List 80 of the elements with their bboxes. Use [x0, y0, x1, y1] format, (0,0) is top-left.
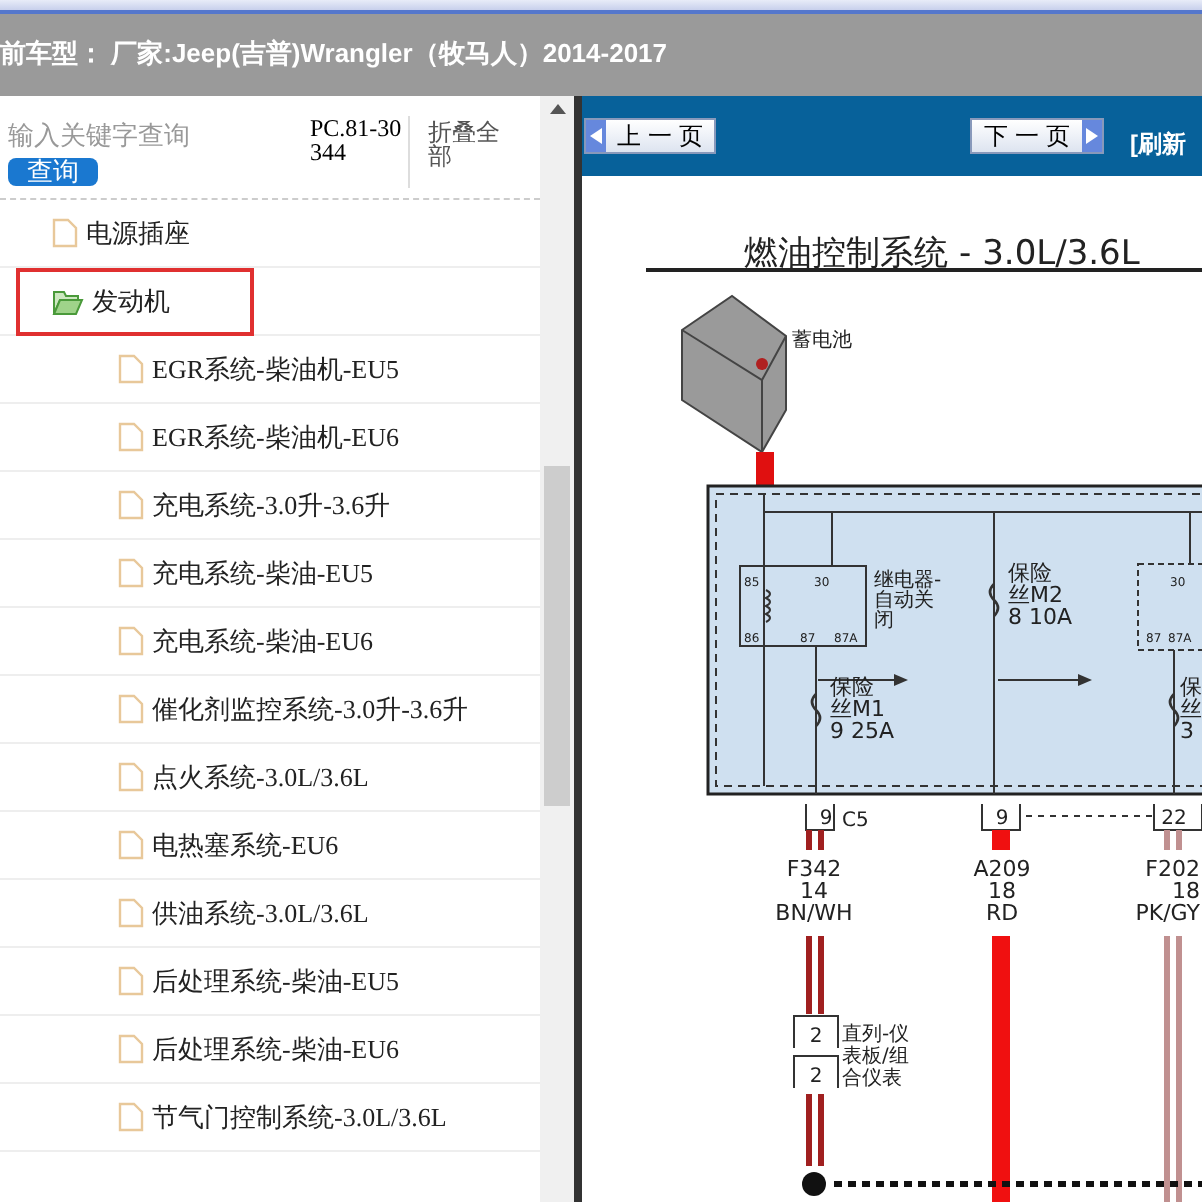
refresh-link[interactable]: [刷新: [1130, 125, 1186, 161]
diagram-label: 合仪表: [842, 1068, 902, 1090]
diagram-label: 9 25A: [830, 718, 895, 744]
document-icon: [118, 830, 144, 860]
diagram-label: 直列-仪: [842, 1024, 910, 1046]
document-icon: [118, 1102, 144, 1132]
document-icon: [118, 558, 144, 588]
junction-dot: [802, 1172, 826, 1196]
document-icon: [52, 218, 78, 248]
battery-icon: [681, 294, 787, 454]
document-icon: [118, 694, 144, 724]
connector-bracket: [793, 1055, 839, 1089]
arrow-icon: [997, 674, 1092, 686]
tree-item[interactable]: EGR系统-柴油机-EU5: [118, 335, 399, 403]
diagram-label: 3: [1180, 718, 1194, 744]
document-icon: [118, 898, 144, 928]
code-text: PC.81-30344: [310, 116, 410, 188]
tree-item[interactable]: 后处理系统-柴油-EU6: [118, 1015, 399, 1083]
diagram-label: 丝M1: [830, 696, 885, 722]
diagram-label: BN/WH: [775, 900, 853, 926]
tree-item[interactable]: 点火系统-3.0L/3.6L: [118, 743, 369, 811]
search-button[interactable]: 查询: [8, 157, 98, 185]
tree-item[interactable]: 发动机: [16, 267, 254, 335]
document-icon: [118, 422, 144, 452]
diagram-label: 22: [1161, 808, 1187, 830]
diagram-label: 丝: [1180, 696, 1202, 722]
tree-item[interactable]: 催化剂监控系统-3.0升-3.6升: [118, 675, 469, 743]
search-field[interactable]: 输入关键字查询: [8, 116, 304, 155]
tree-item[interactable]: EGR系统-柴油机-EU6: [118, 403, 399, 471]
tree-item[interactable]: 充电系统-3.0升-3.6升: [118, 471, 391, 539]
document-icon: [118, 626, 144, 656]
tree-item[interactable]: 供油系统-3.0L/3.6L: [118, 879, 369, 947]
coil-icon: [765, 589, 771, 623]
collapse-all-link[interactable]: 折叠全部: [428, 116, 512, 172]
tree-item[interactable]: 充电系统-柴油-EU6: [118, 607, 373, 675]
scrollbar[interactable]: [540, 96, 574, 1202]
diagram-label: 18: [988, 878, 1016, 904]
document-icon: [118, 762, 144, 792]
diagram-label: 蓄电池: [792, 330, 852, 352]
diagram-label: 保险: [1008, 560, 1052, 586]
document-icon: [118, 354, 144, 384]
connector-bracket: [805, 803, 835, 831]
tree-item[interactable]: 电热塞系统-EU6: [118, 811, 339, 879]
diagram-label: 9: [995, 808, 1009, 830]
battery-cable: [756, 452, 774, 486]
diagram-label: 14: [800, 878, 828, 904]
connector-bracket: [981, 803, 1021, 831]
diagram-label: 9: [819, 808, 833, 830]
fuse-icon: [988, 583, 1000, 617]
diagram-label: 2: [809, 1066, 823, 1088]
next-page-button[interactable]: 下 一 页: [970, 118, 1104, 154]
diagram-label: 2: [809, 1026, 823, 1048]
diagram-label: RD: [985, 900, 1019, 926]
diagram-label: 保险: [830, 674, 874, 700]
diagram-label: 表板/组: [842, 1046, 909, 1068]
diagram-title: 燃油控制系统 - 3.0L/3.6L: [744, 234, 1140, 274]
diagram-label: PK/GY: [1135, 900, 1200, 926]
tree-item[interactable]: 节气门控制系统-3.0L/3.6L: [118, 1083, 447, 1151]
tree-item[interactable]: 充电系统-柴油-EU5: [118, 539, 373, 607]
document-icon: [118, 966, 144, 996]
previous-page-button[interactable]: 上 一 页: [584, 118, 716, 154]
connector-bracket: [793, 1015, 839, 1049]
diagram-label: 18: [1172, 878, 1200, 904]
diagram-label: 闭: [874, 610, 894, 632]
document-icon: [118, 1034, 144, 1064]
diagram-label: 8 10A: [1008, 604, 1073, 630]
tree-item[interactable]: 电源插座: [52, 199, 190, 267]
diagram-label: 继电器-: [874, 570, 942, 592]
tree-item[interactable]: 后处理系统-柴油-EU5: [118, 947, 399, 1015]
diagram-label: F342: [786, 856, 842, 882]
diagram-label: F202: [1145, 856, 1200, 882]
diagram-label: 保: [1180, 674, 1202, 700]
document-icon: [118, 490, 144, 520]
diagram-label: 丝M2: [1008, 582, 1063, 608]
fuse-icon: [810, 693, 822, 727]
header-title: 前车型： 厂家:Jeep(吉普)Wrangler（牧马人）2014-2017: [0, 38, 668, 68]
diagram-label: 自动关: [874, 590, 934, 612]
fuse-icon: [1168, 693, 1180, 727]
diagram-label: A209: [973, 856, 1031, 882]
diagram-label: C5: [842, 810, 869, 832]
